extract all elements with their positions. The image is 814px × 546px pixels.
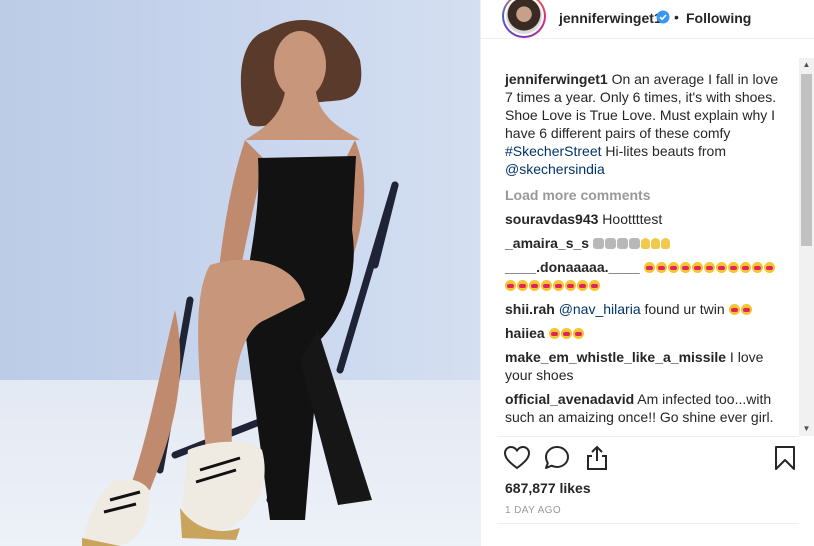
comment-username[interactable]: make_em_whistle_like_a_missile [505,349,726,365]
post-timestamp[interactable]: 1 DAY AGO [505,505,561,516]
cat-emoji-icon [616,238,628,249]
cat-emoji-icon [592,238,604,249]
share-icon[interactable] [583,444,611,472]
heart-eyes-emoji-icon [577,280,588,291]
heart-eyes-emoji-icon [728,304,740,315]
scroll-up-arrow-icon[interactable]: ▲ [799,58,814,72]
heart-eyes-emoji-icon [529,280,540,291]
heart-eyes-emoji-icon [715,262,727,273]
heart-eyes-emoji-icon [703,262,715,273]
hand-emoji-icon [660,238,670,249]
comment-username[interactable]: _amaira_s_s [505,235,589,251]
load-more-comments-button[interactable]: Load more comments [505,186,799,204]
heart-icon[interactable] [503,444,531,472]
comment-icon[interactable] [543,444,571,472]
hand-emoji-icon [640,238,650,249]
comment-username[interactable]: ____.donaaaaa.____ [505,259,640,275]
cat-emoji-icon [628,238,640,249]
comment-emojis [592,235,671,251]
cat-emoji-icon [604,238,616,249]
heart-eyes-emoji-icon [565,280,576,291]
likes-count[interactable]: 687,877 likes [505,480,591,496]
woman-on-chair-illustration [82,20,399,546]
caption-text-2: Hi-lites beauts from [601,143,726,159]
comment-item: make_em_whistle_like_a_missile I love yo… [505,348,781,384]
comment-item: souravdas943 Hoottttest [505,210,781,228]
scroll-down-arrow-icon[interactable]: ▼ [799,422,814,436]
heart-eyes-emoji-icon [548,328,560,339]
heart-eyes-emoji-icon [763,262,775,273]
heart-eyes-emoji-icon [739,262,751,273]
comment-item: _amaira_s_s [505,234,781,252]
heart-eyes-emoji-icon [553,280,564,291]
heart-eyes-emoji-icon [541,280,552,291]
comment-username[interactable]: official_avenadavid [505,391,634,407]
heart-eyes-emoji-icon [517,280,528,291]
comment-item: haiiea [505,324,781,342]
heart-eyes-emoji-icon [751,262,763,273]
heart-eyes-emoji-icon [643,262,655,273]
comment-text: Hoottttest [598,211,663,227]
scrollbar-thumb[interactable] [801,74,812,246]
heart-eyes-emoji-icon [679,262,691,273]
bookmark-icon[interactable] [771,444,799,472]
caption-username[interactable]: jenniferwinget1 [505,71,608,87]
heart-eyes-emoji-icon [667,262,679,273]
divider [497,436,799,437]
divider [497,523,799,524]
heart-eyes-emoji-icon [740,304,752,315]
avatar[interactable] [502,0,546,38]
comment-item: official_avenadavid Am infected too...wi… [505,390,781,426]
heart-eyes-emoji-icon [572,328,584,339]
comment-item: ____.donaaaaa.____ [505,258,781,294]
post-side-panel: jenniferwinget1 • Following jenniferwing… [480,0,814,546]
comment-text: found ur twin [640,301,729,317]
heart-eyes-emoji-icon [589,280,600,291]
mention-link[interactable]: @nav_hilaria [559,301,641,317]
mention-link[interactable]: @skechersindia [505,161,605,177]
comment-username[interactable]: souravdas943 [505,211,598,227]
heart-eyes-emoji-icon [655,262,667,273]
post-actions [503,444,803,474]
heart-eyes-emoji-icon [560,328,572,339]
post-header: jenniferwinget1 • Following [481,0,814,39]
comments-list[interactable]: jenniferwinget1 On an average I fall in … [481,58,799,436]
comment-username[interactable]: shii.rah [505,301,555,317]
post-caption: jenniferwinget1 On an average I fall in … [505,70,781,178]
hashtag-link[interactable]: #SkecherStreet [505,143,602,159]
verified-badge-icon [656,10,670,24]
comment-username[interactable]: haiiea [505,325,545,341]
heart-eyes-emoji-icon [727,262,739,273]
avatar-photo [506,0,542,34]
heart-eyes-emoji-icon [691,262,703,273]
hand-emoji-icon [650,238,660,249]
comments-scrollbar[interactable]: ▲ ▼ [799,58,814,436]
following-button[interactable]: Following [686,10,751,26]
header-username[interactable]: jenniferwinget1 [559,10,662,26]
header-separator: • [674,9,679,25]
post-photo[interactable] [0,0,480,546]
comment-item: shii.rah @nav_hilaria found ur twin [505,300,781,318]
heart-eyes-emoji-icon [505,280,516,291]
